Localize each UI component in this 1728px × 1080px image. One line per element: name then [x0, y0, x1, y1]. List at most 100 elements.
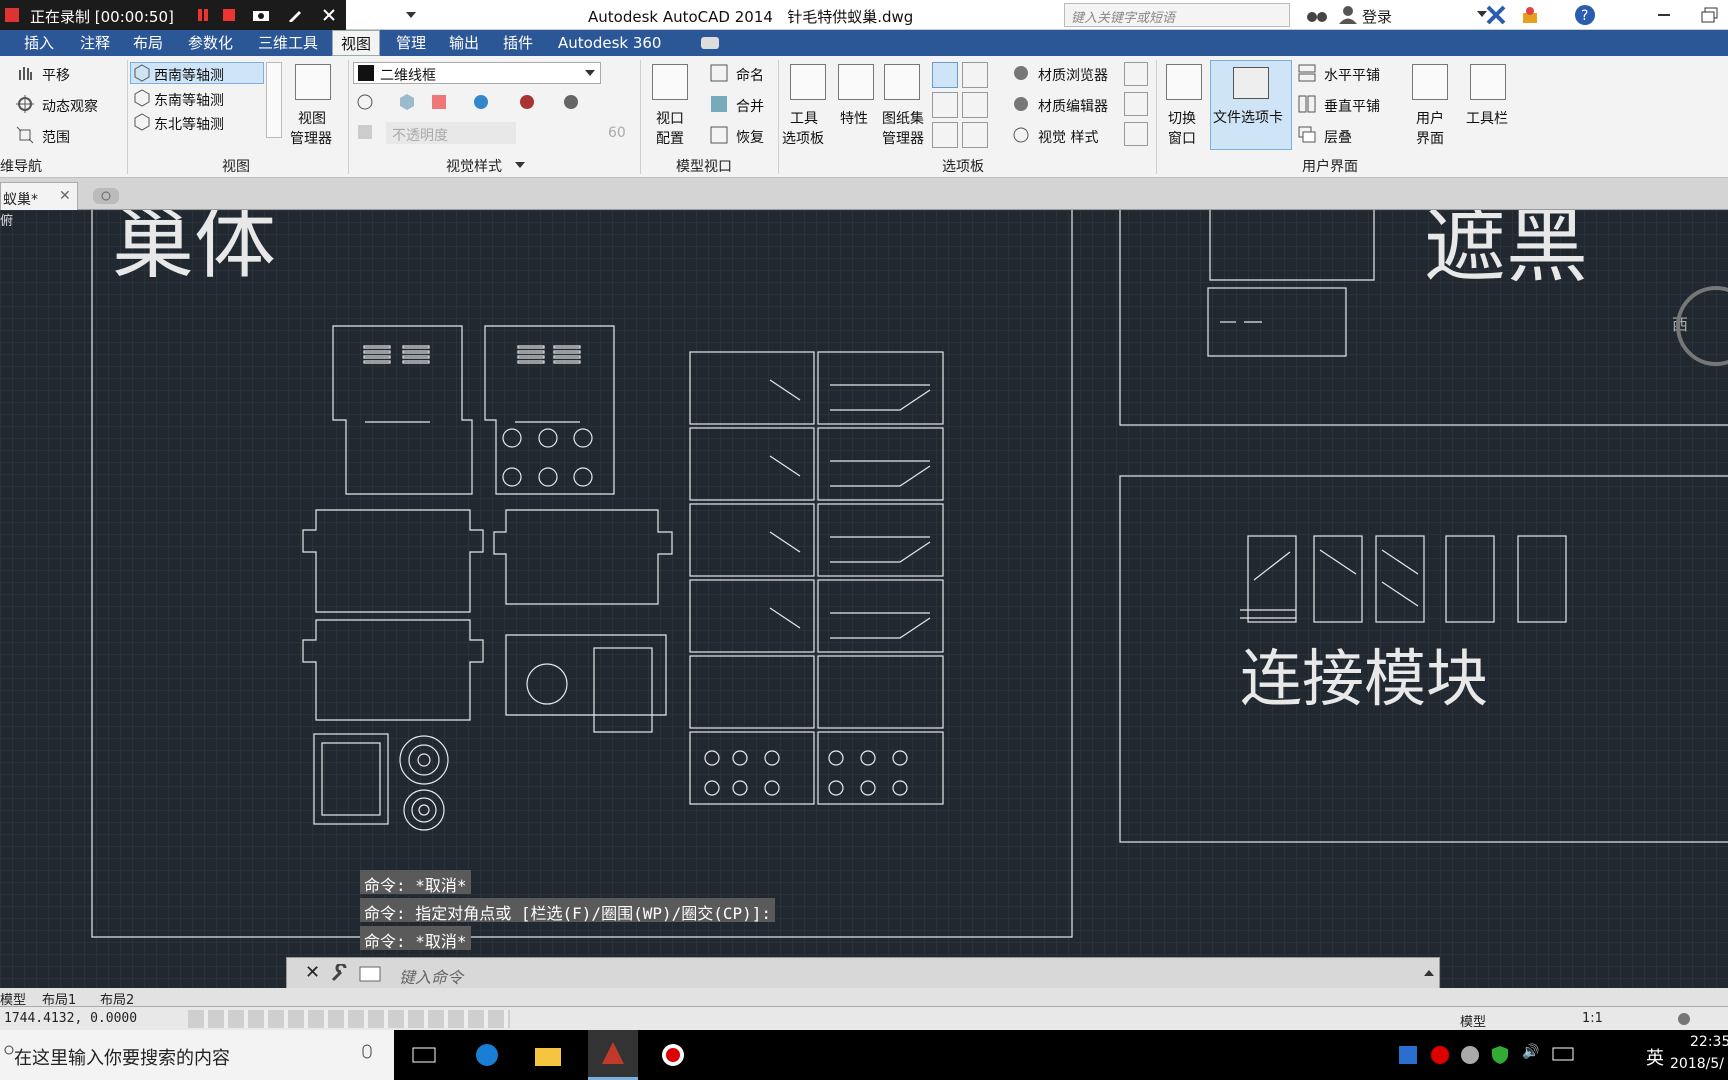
view-scroll[interactable]	[266, 62, 282, 138]
toolbars-button[interactable]: 工具栏	[1466, 108, 1508, 128]
sphere-icon[interactable]	[562, 93, 580, 111]
render-mode-icon[interactable]	[356, 93, 374, 111]
orbit-icon[interactable]	[16, 95, 34, 113]
user-interface-button[interactable]: 用户	[1416, 108, 1444, 128]
new-tab-icon[interactable]	[92, 186, 122, 206]
user-interface-icon[interactable]	[1412, 64, 1448, 100]
lights-icon[interactable]	[472, 93, 490, 111]
close-recorder-icon[interactable]	[322, 8, 336, 22]
palette-toggle-icon[interactable]	[932, 62, 958, 88]
material-editor-button[interactable]: 材质编辑器	[1038, 96, 1108, 116]
clock-date[interactable]: 2018/5/	[1670, 1056, 1724, 1072]
close-command-icon[interactable]: ✕	[305, 962, 320, 983]
view-manager-button[interactable]: 视图	[298, 108, 326, 128]
panel-toggle-icon[interactable]	[700, 36, 720, 50]
properties-button[interactable]: 特性	[840, 108, 868, 128]
switch-window-icon[interactable]	[1166, 64, 1202, 100]
model-space-button[interactable]: 模型	[1460, 1011, 1486, 1030]
view-sw-iso[interactable]: 西南等轴测	[154, 65, 224, 85]
pen-icon[interactable]	[288, 8, 302, 22]
steam-icon[interactable]	[1460, 1045, 1480, 1065]
taskbar-search-input[interactable]: 在这里输入你要搜索的内容	[14, 1044, 230, 1070]
subscription-icon[interactable]	[1520, 5, 1540, 25]
switch-window-button[interactable]: 切换	[1168, 108, 1196, 128]
tool-palettes-button[interactable]: 工具	[790, 108, 818, 128]
document-tab[interactable]: 蚁巢* ✕	[0, 182, 78, 210]
close-tab-icon[interactable]: ✕	[59, 188, 71, 204]
exchange-icon[interactable]	[1486, 5, 1506, 25]
palette-toggle-icon[interactable]	[962, 92, 988, 118]
view-manager-icon[interactable]	[295, 64, 331, 100]
file-explorer-icon[interactable]	[534, 1042, 562, 1068]
properties-icon[interactable]	[838, 64, 874, 100]
edge-icon[interactable]	[474, 1042, 500, 1068]
help-icon[interactable]: ?	[1574, 4, 1596, 26]
drawing-canvas[interactable]: 俯 巢体 遮黑 连接模块 西 命令: *取消* 命令: 指定对角点或 [栏选(F…	[0, 210, 1728, 990]
login-link[interactable]: 登录	[1362, 6, 1392, 27]
annotation-scale[interactable]: 1:1	[1582, 1011, 1603, 1026]
tray-record-icon[interactable]	[1430, 1045, 1450, 1065]
restore-viewport-button[interactable]: 恢复	[736, 127, 764, 147]
pause-icon[interactable]	[196, 8, 210, 22]
speaker-icon[interactable]: 🔊	[1522, 1044, 1539, 1060]
materials-icon[interactable]	[430, 93, 448, 111]
shading-icon[interactable]	[398, 93, 416, 111]
shadows-icon[interactable]	[518, 93, 536, 111]
task-view-icon[interactable]	[412, 1045, 436, 1065]
command-icon[interactable]	[359, 966, 381, 982]
sheetset-button[interactable]: 图纸集	[882, 108, 924, 128]
extents-button[interactable]: 范围	[42, 127, 70, 147]
palette-toggle-icon[interactable]	[1124, 62, 1148, 86]
user-icon[interactable]	[1338, 5, 1358, 25]
cascade-button[interactable]: 层叠	[1324, 127, 1352, 147]
extents-icon[interactable]	[16, 126, 34, 144]
tab-addins[interactable]: 插件	[503, 30, 533, 56]
tab-autodesk360[interactable]: Autodesk 360	[558, 30, 661, 56]
visual-styles-button[interactable]: 视觉 样式	[1038, 127, 1098, 147]
palette-toggle-icon[interactable]	[962, 122, 988, 148]
sheetset-manager-icon[interactable]	[884, 64, 920, 100]
tab-parametric[interactable]: 参数化	[188, 30, 233, 56]
orbit-button[interactable]: 动态观察	[42, 96, 98, 116]
palette-toggle-icon[interactable]	[932, 92, 958, 118]
tool-palettes-icon[interactable]	[790, 64, 826, 100]
palette-toggle-icon[interactable]	[932, 122, 958, 148]
tile-horizontal-button[interactable]: 水平平铺	[1324, 65, 1380, 85]
palette-toggle-icon[interactable]	[1124, 122, 1148, 146]
tab-output[interactable]: 输出	[449, 30, 479, 56]
search-input[interactable]: 键入关键字或短语	[1064, 3, 1290, 27]
binoculars-icon[interactable]	[1306, 5, 1328, 25]
drafting-toggles[interactable]	[188, 1010, 510, 1028]
taskbar-search[interactable]: 在这里输入你要搜索的内容	[0, 1030, 394, 1080]
command-input[interactable]: 键入命令	[399, 964, 463, 988]
toolbars-icon[interactable]	[1470, 64, 1506, 100]
camera-icon[interactable]	[252, 8, 270, 22]
stop-icon[interactable]	[222, 8, 236, 22]
tab-manage[interactable]: 管理	[396, 30, 426, 56]
tab-annotate[interactable]: 注释	[80, 30, 110, 56]
restore-icon[interactable]	[1700, 6, 1720, 24]
tile-vertical-button[interactable]: 垂直平铺	[1324, 96, 1380, 116]
autocad-taskbar-button[interactable]	[588, 1030, 638, 1080]
palette-toggle-icon[interactable]	[962, 62, 988, 88]
wrench-icon[interactable]	[331, 964, 349, 982]
material-browser-button[interactable]: 材质浏览器	[1038, 65, 1108, 85]
microphone-icon[interactable]	[360, 1044, 374, 1066]
pan-button[interactable]: 平移	[42, 65, 70, 85]
viewport-config-icon[interactable]	[652, 64, 688, 100]
view-ne-iso[interactable]: 东北等轴测	[154, 114, 224, 134]
join-viewport-button[interactable]: 合并	[736, 96, 764, 116]
shield-icon[interactable]	[1490, 1045, 1510, 1065]
network-icon[interactable]	[1552, 1045, 1574, 1065]
tab-layout[interactable]: 布局	[133, 30, 163, 56]
minimize-icon[interactable]	[1658, 10, 1672, 20]
tab-view[interactable]: 视图	[332, 30, 381, 56]
viewport-config-button[interactable]: 视口	[656, 108, 684, 128]
dropdown-arrow-icon[interactable]	[404, 8, 418, 22]
tab-insert[interactable]: 插入	[24, 30, 54, 56]
pan-icon[interactable]	[16, 64, 34, 82]
tray-app-icon[interactable]	[1398, 1045, 1418, 1065]
clock-time[interactable]: 22:35	[1690, 1034, 1728, 1050]
palette-toggle-icon[interactable]	[1124, 92, 1148, 116]
chevron-down-icon[interactable]	[514, 160, 526, 170]
